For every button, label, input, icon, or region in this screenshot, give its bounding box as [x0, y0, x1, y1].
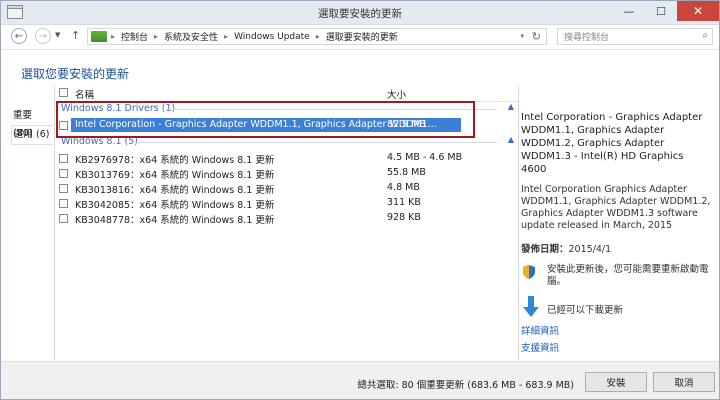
group-divider — [167, 109, 497, 110]
category-important[interactable]: 重要 (80) — [11, 107, 53, 139]
forward-arrow-icon: → — [38, 30, 48, 42]
breadcrumb-windows-update[interactable]: Windows Update — [234, 32, 310, 42]
update-list: 名稱 大小 Windows 8.1 Drivers (1) ▲ Intel Co… — [54, 85, 519, 360]
refresh-icon[interactable]: ↻ — [532, 30, 541, 43]
update-name: Intel Corporation - Graphics Adapter WDD… — [75, 119, 437, 130]
download-status-text: 已經可以下載更新 — [547, 305, 624, 316]
minimize-button[interactable]: — — [613, 1, 645, 21]
update-size: 4.5 MB - 4.6 MB — [387, 152, 463, 163]
row-checkbox[interactable] — [59, 214, 68, 223]
table-row[interactable]: KB2976978：x64 系統的 Windows 8.1 更新 4.5 MB … — [55, 151, 518, 166]
title-bar: 選取要安裝的更新 — ☐ ✕ — [1, 1, 719, 25]
navigation-bar: ← → ▼ ↑ ▸ 控制台 ▸ 系統及安全性 ▸ Windows Update … — [1, 25, 719, 50]
window-title: 選取要安裝的更新 — [318, 8, 402, 20]
selection-summary: 總共選取: 80 個重要更新 (683.6 MB - 683.9 MB) — [357, 380, 574, 391]
group-header-windows[interactable]: Windows 8.1 (5) ▲ — [55, 135, 518, 149]
close-button[interactable]: ✕ — [677, 1, 719, 21]
group-label: Windows 8.1 (5) — [61, 136, 139, 147]
update-size: 82.9 MB — [387, 119, 426, 130]
collapse-icon[interactable]: ▲ — [508, 135, 514, 144]
download-status: 已經可以下載更新 — [521, 296, 711, 320]
cancel-button[interactable]: 取消 — [653, 372, 715, 392]
shield-icon — [523, 265, 535, 279]
table-row[interactable]: Intel Corporation - Graphics Adapter WDD… — [59, 118, 461, 132]
search-input[interactable]: 搜尋控制台 ⌕ — [557, 28, 713, 45]
page-title: 選取您要安裝的更新 — [21, 67, 130, 81]
restart-note-text: 安裝此更新後，您可能需要重新啟動電腦。 — [547, 264, 709, 287]
breadcrumb-separator-icon: ▸ — [315, 32, 320, 41]
details-title: Intel Corporation - Graphics Adapter WDD… — [521, 112, 703, 175]
breadcrumb-select-updates[interactable]: 選取要安裝的更新 — [326, 30, 398, 43]
column-name-header[interactable]: 名稱 — [75, 87, 94, 101]
back-arrow-icon: ← — [14, 30, 24, 42]
breadcrumb-separator-icon: ▸ — [224, 32, 229, 41]
table-row[interactable]: KB3013816：x64 系統的 Windows 8.1 更新 4.8 MB — [55, 181, 518, 196]
category-nav: 重要 (80) 選用 (6) — [11, 107, 53, 145]
table-row[interactable]: KB3048778：x64 系統的 Windows 8.1 更新 928 KB — [55, 211, 518, 226]
update-name: KB2976978：x64 系統的 Windows 8.1 更新 — [75, 155, 275, 166]
group-header-drivers[interactable]: Windows 8.1 Drivers (1) ▲ — [55, 102, 518, 116]
group-divider — [135, 142, 497, 143]
details-description: Intel Corporation Graphics Adapter WDDM1… — [521, 184, 711, 231]
search-icon: ⌕ — [702, 30, 708, 41]
details-pane: Intel Corporation - Graphics Adapter WDD… — [521, 111, 711, 354]
maximize-button[interactable]: ☐ — [645, 1, 677, 21]
breadcrumb-separator-icon: ▸ — [154, 32, 159, 41]
publish-date-label: 發佈日期： — [521, 244, 569, 255]
recent-locations-dropdown[interactable]: ▼ — [55, 31, 60, 39]
minimize-icon: — — [623, 4, 635, 18]
close-icon: ✕ — [692, 4, 704, 18]
row-checkbox[interactable] — [59, 154, 68, 163]
publish-date: 發佈日期：2015/4/1 — [521, 241, 711, 255]
row-checkbox[interactable] — [59, 184, 68, 193]
row-checkbox[interactable] — [59, 199, 68, 208]
up-button[interactable]: ↑ — [71, 29, 80, 42]
maximize-icon: ☐ — [656, 4, 666, 18]
search-placeholder: 搜尋控制台 — [564, 33, 610, 43]
collapse-icon[interactable]: ▲ — [508, 102, 514, 111]
breadcrumb-control-panel[interactable]: 控制台 — [121, 30, 148, 43]
row-checkbox[interactable] — [59, 121, 68, 130]
install-button[interactable]: 安裝 — [585, 372, 647, 392]
breadcrumb-separator-icon: ▸ — [111, 32, 116, 41]
column-size-header[interactable]: 大小 — [387, 87, 406, 101]
up-arrow-icon: ↑ — [71, 29, 81, 42]
column-header: 名稱 大小 — [55, 85, 518, 102]
update-size: 928 KB — [387, 212, 421, 223]
address-bar[interactable]: ▸ 控制台 ▸ 系統及安全性 ▸ Windows Update ▸ 選取要安裝的… — [87, 28, 547, 45]
update-name: KB3042085：x64 系統的 Windows 8.1 更新 — [75, 200, 275, 211]
update-size: 311 KB — [387, 197, 421, 208]
restart-note: 安裝此更新後，您可能需要重新啟動電腦。 — [521, 264, 711, 292]
group-label: Windows 8.1 Drivers (1) — [61, 103, 176, 114]
update-size: 55.8 MB — [387, 167, 426, 178]
table-row[interactable]: KB3042085：x64 系統的 Windows 8.1 更新 311 KB — [55, 196, 518, 211]
footer-bar: 總共選取: 80 個重要更新 (683.6 MB - 683.9 MB) 安裝 … — [1, 361, 719, 399]
back-button[interactable]: ← — [11, 28, 27, 44]
category-optional[interactable]: 選用 (6) — [11, 125, 53, 145]
forward-button[interactable]: → — [35, 28, 51, 44]
update-size: 4.8 MB — [387, 182, 420, 193]
window: 選取要安裝的更新 — ☐ ✕ ← → ▼ ↑ ▸ 控制台 ▸ 系統及安全性 ▸ … — [0, 0, 720, 400]
download-arrow-icon — [523, 296, 539, 317]
control-panel-icon — [91, 31, 107, 42]
update-name: KB3013769：x64 系統的 Windows 8.1 更新 — [75, 170, 275, 181]
more-info-link[interactable]: 詳細資訊 — [521, 323, 711, 337]
publish-date-value: 2015/4/1 — [568, 244, 612, 255]
update-name: KB3048778：x64 系統的 Windows 8.1 更新 — [75, 215, 275, 226]
address-dropdown-icon[interactable]: ▾ — [520, 32, 524, 40]
chevron-down-icon: ▼ — [55, 31, 61, 39]
update-name: KB3013816：x64 系統的 Windows 8.1 更新 — [75, 185, 275, 196]
select-all-checkbox[interactable] — [59, 88, 68, 97]
support-info-link[interactable]: 支援資訊 — [521, 340, 711, 354]
breadcrumb-system-security[interactable]: 系統及安全性 — [164, 30, 218, 43]
row-checkbox[interactable] — [59, 169, 68, 178]
table-row[interactable]: KB3013769：x64 系統的 Windows 8.1 更新 55.8 MB — [55, 166, 518, 181]
